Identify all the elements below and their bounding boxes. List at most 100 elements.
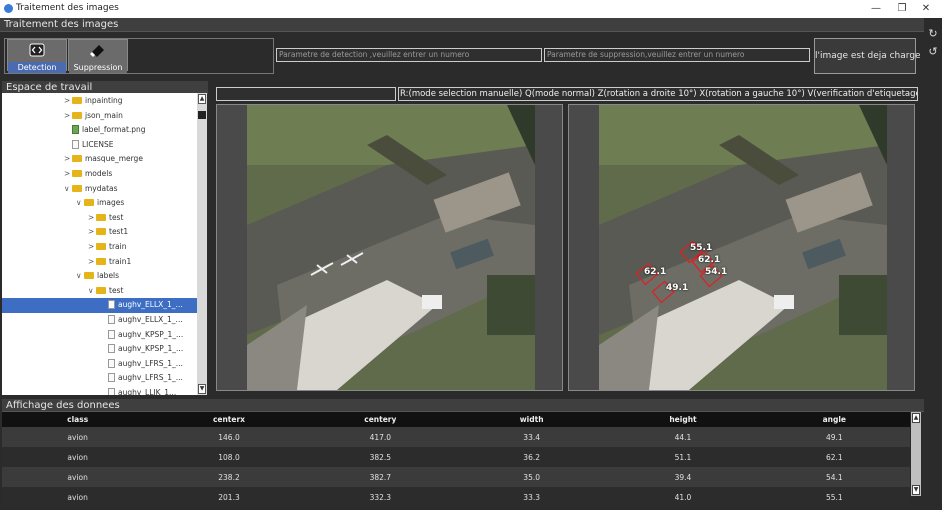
tree-file-item[interactable]: aughv_LFRS_1_... — [2, 371, 207, 386]
tree-file-item[interactable]: aughv_LFRS_1_... — [2, 357, 207, 372]
file-icon — [108, 358, 115, 368]
detection-param-input[interactable]: Parametre de detection ,veuillez entrer … — [276, 48, 542, 62]
column-header[interactable]: height — [607, 412, 759, 427]
table-cell: avion — [2, 447, 154, 467]
table-cell: 33.3 — [455, 487, 608, 507]
column-header[interactable]: centery — [304, 412, 456, 427]
scroll-up-icon[interactable]: ▲ — [198, 94, 206, 104]
tree-file-item[interactable]: aughv_ELLX_1_... — [2, 298, 207, 313]
redo-icon[interactable]: ↻ — [927, 28, 939, 40]
chevron-right-icon[interactable]: > — [64, 94, 72, 109]
chevron-down-icon[interactable]: ∨ — [76, 196, 84, 211]
chevron-right-icon[interactable]: > — [88, 255, 96, 270]
chevron-right-icon[interactable]: > — [64, 167, 72, 182]
suppression-param-input[interactable]: Parametre de suppression,veuillez entrer… — [544, 48, 810, 62]
chevron-down-icon[interactable]: ∨ — [64, 182, 72, 197]
tree-scrollbar[interactable]: ▲ ▼ — [197, 93, 207, 395]
column-header[interactable]: width — [455, 412, 608, 427]
close-button[interactable]: ✕ — [914, 2, 938, 16]
tree-folder-item[interactable]: ∨ test — [2, 284, 207, 299]
app-icon — [4, 4, 13, 13]
tree-item-label: test — [109, 285, 124, 295]
file-icon — [108, 344, 115, 354]
folder-icon — [72, 111, 82, 119]
column-header[interactable]: angle — [758, 412, 910, 427]
chevron-right-icon[interactable]: > — [88, 240, 96, 255]
table-cell: 382.5 — [304, 447, 456, 467]
toolbar-group — [4, 38, 274, 74]
table-row[interactable]: avion 146.0 417.0 33.4 44.1 49.1 — [2, 427, 910, 447]
data-table[interactable]: class centerx centery width height angle… — [2, 412, 910, 507]
data-panel-title: Affichage des donnees — [2, 399, 924, 412]
tree-item-label: train1 — [109, 256, 132, 266]
tree-folder-item[interactable]: > masque_merge — [2, 152, 207, 167]
tree-folder-item[interactable]: ∨ labels — [2, 269, 207, 284]
minimize-button[interactable]: — — [864, 2, 888, 16]
folder-icon — [96, 257, 106, 265]
scroll-down-icon[interactable]: ▼ — [198, 384, 206, 394]
detection-image-viewer[interactable]: 55.1 62.1 62.1 54.1 49.1 — [568, 104, 915, 391]
scroll-thumb[interactable] — [198, 111, 206, 119]
chevron-right-icon[interactable]: > — [64, 152, 72, 167]
file-icon — [72, 139, 79, 149]
folder-icon — [96, 228, 106, 236]
table-row[interactable]: avion 201.3 332.3 33.3 41.0 55.1 — [2, 487, 910, 507]
detection-label-5: 49.1 — [666, 283, 689, 293]
tree-folder-item[interactable]: > test — [2, 211, 207, 226]
table-cell: 35.0 — [455, 467, 608, 487]
image-file-icon — [72, 125, 79, 135]
detection-label-2: 62.1 — [698, 255, 721, 265]
table-cell: 201.3 — [153, 487, 305, 507]
tree-item-label: aughv_LFRS_1_... — [118, 373, 183, 383]
folder-icon — [84, 199, 94, 207]
column-header[interactable]: class — [2, 412, 154, 427]
table-cell: 108.0 — [153, 447, 305, 467]
chevron-right-icon[interactable]: > — [64, 109, 72, 124]
folder-icon — [96, 286, 106, 294]
tree-folder-item[interactable]: > train — [2, 240, 207, 255]
tree-item-label: test1 — [109, 227, 129, 237]
tree-item-label: aughv_KPSP_1_... — [118, 329, 184, 339]
right-sidebar: ↻ ↺ — [924, 18, 942, 510]
detection-label-4: 54.1 — [705, 267, 728, 277]
column-header[interactable]: centerx — [153, 412, 305, 427]
tree-item-label: models — [85, 169, 113, 178]
tree-item-label: inpainting — [85, 96, 123, 105]
aerial-image-original — [247, 105, 535, 390]
tree-folder-item[interactable]: > test1 — [2, 225, 207, 240]
tree-file-item[interactable]: aughv_ELLX_1_... — [2, 313, 207, 328]
tree-folder-item[interactable]: > json_main — [2, 109, 207, 124]
chevron-right-icon[interactable]: > — [88, 225, 96, 240]
table-row[interactable]: avion 108.0 382.5 36.2 51.1 62.1 — [2, 447, 910, 467]
tree-item-label: json_main — [85, 110, 123, 120]
chevron-down-icon[interactable]: ∨ — [76, 269, 84, 284]
tree-file-item[interactable]: LICENSE — [2, 138, 207, 153]
tree-file-item[interactable]: aughv_LLIK_1... — [2, 386, 207, 395]
tree-folder-item[interactable]: ∨ mydatas — [2, 182, 207, 197]
tree-item-label: test — [109, 212, 124, 222]
maximize-button[interactable]: ❐ — [890, 2, 914, 16]
tree-file-item[interactable]: label_format.png — [2, 123, 207, 138]
scroll-up-icon[interactable]: ▲ — [912, 413, 920, 423]
table-cell: 39.4 — [607, 467, 759, 487]
chevron-right-icon[interactable]: > — [88, 211, 96, 226]
table-scrollbar[interactable]: ▲ ▼ — [911, 412, 921, 496]
file-tree[interactable]: > inpainting > json_main label_format.png LIC… — [2, 93, 207, 395]
tree-folder-item[interactable]: ∨ images — [2, 196, 207, 211]
chevron-down-icon[interactable]: ∨ — [88, 284, 96, 299]
table-cell: 36.2 — [455, 447, 608, 467]
table-row[interactable]: avion 238.2 382.7 35.0 39.4 54.1 — [2, 467, 910, 487]
file-icon — [108, 388, 115, 395]
tree-file-item[interactable]: aughv_KPSP_1_... — [2, 328, 207, 343]
tree-folder-item[interactable]: > models — [2, 167, 207, 182]
tree-file-item[interactable]: aughv_KPSP_1_... — [2, 342, 207, 357]
scroll-down-icon[interactable]: ▼ — [912, 485, 920, 495]
table-cell: 146.0 — [153, 427, 305, 447]
tree-folder-item[interactable]: > inpainting — [2, 94, 207, 109]
tree-folder-item[interactable]: > train1 — [2, 255, 207, 270]
file-icon — [108, 300, 115, 310]
command-input[interactable] — [216, 87, 396, 101]
original-image-viewer[interactable] — [216, 104, 563, 391]
undo-icon[interactable]: ↺ — [927, 46, 939, 58]
keyboard-hint: R:(mode selection manuelle) Q(mode norma… — [400, 89, 917, 99]
